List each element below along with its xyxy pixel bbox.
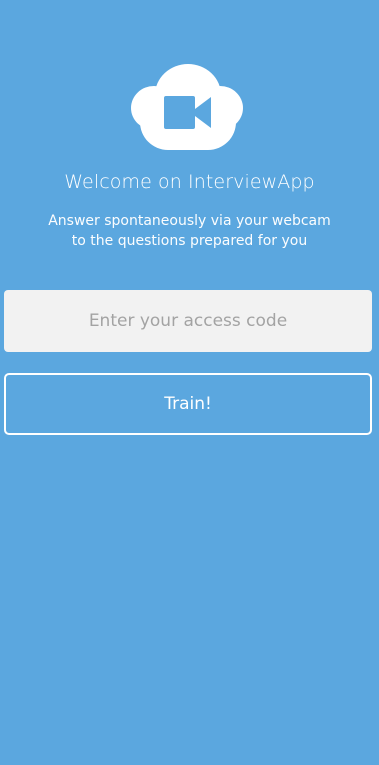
cloud-video-camera-icon (116, 55, 260, 151)
train-button[interactable]: Train! (4, 373, 372, 435)
instructions-line-2: to the questions prepared for you (71, 233, 308, 249)
welcome-screen: Welcome on InterviewApp Answer spontaneo… (0, 0, 379, 765)
instructions-line-1: Answer spontaneously via your webcam (48, 213, 331, 229)
page-title: Welcome on InterviewApp (64, 171, 315, 193)
instructions-text: Answer spontaneously via your webcam to … (0, 211, 379, 251)
access-code-input[interactable] (4, 290, 372, 352)
